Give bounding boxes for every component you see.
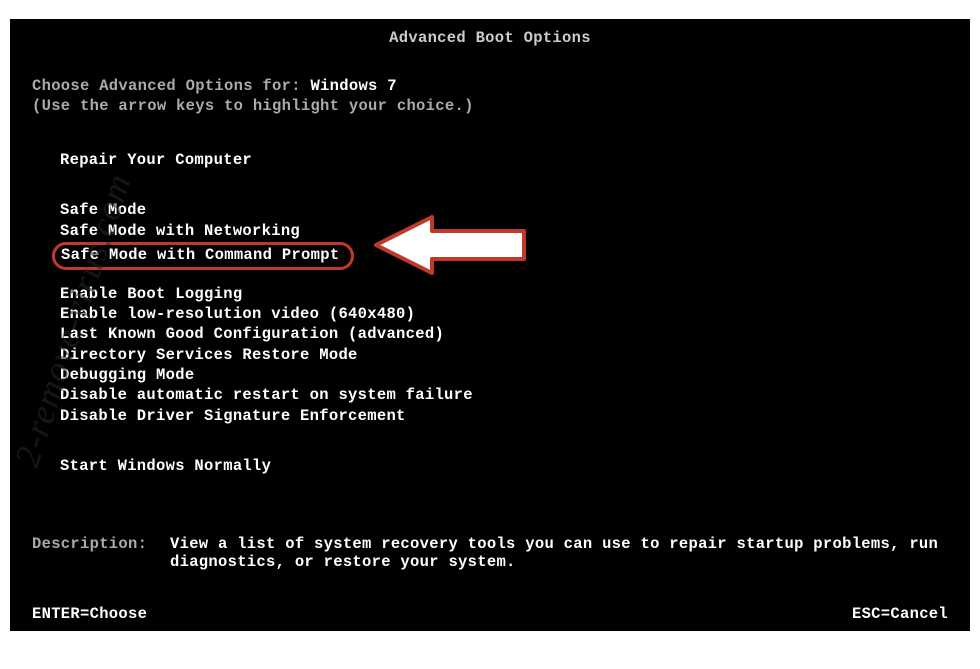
os-name: Windows 7 [310,77,396,95]
highlighted-option: Safe Mode with Command Prompt [52,242,354,269]
choose-line: Choose Advanced Options for: Windows 7 [32,77,948,95]
option-directory-services-restore[interactable]: Directory Services Restore Mode [60,346,948,365]
description-label: Description: [32,535,170,571]
footer-bar: ENTER=Choose ESC=Cancel [32,605,948,623]
arrow-key-hint: (Use the arrow keys to highlight your ch… [32,97,948,115]
option-boot-logging[interactable]: Enable Boot Logging [60,285,948,304]
option-disable-auto-restart[interactable]: Disable automatic restart on system fail… [60,386,948,405]
option-disable-driver-sig[interactable]: Disable Driver Signature Enforcement [60,407,948,426]
choose-prefix: Choose Advanced Options for: [32,77,310,95]
description-text: View a list of system recovery tools you… [170,535,948,571]
enter-hint: ENTER=Choose [32,605,147,623]
option-debugging-mode[interactable]: Debugging Mode [60,366,948,385]
option-last-known-good[interactable]: Last Known Good Configuration (advanced) [60,325,948,344]
option-repair-computer[interactable]: Repair Your Computer [60,151,948,170]
pointer-arrow-icon [368,213,538,277]
description-row: Description: View a list of system recov… [32,535,948,571]
option-low-res-video[interactable]: Enable low-resolution video (640x480) [60,305,948,324]
option-start-normally[interactable]: Start Windows Normally [60,457,948,476]
screen-title: Advanced Boot Options [10,19,970,47]
esc-hint: ESC=Cancel [852,605,948,623]
boot-screen: Advanced Boot Options Choose Advanced Op… [10,19,970,631]
